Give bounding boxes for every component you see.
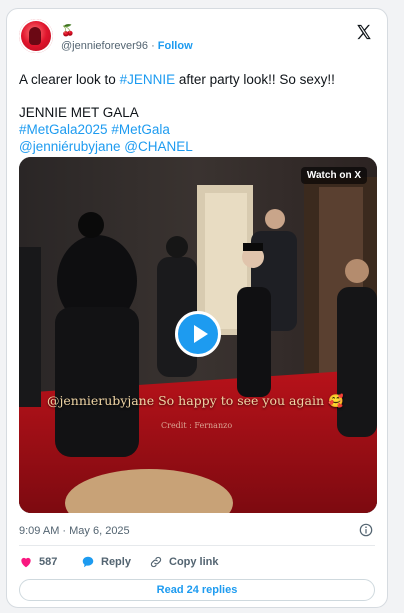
tweet-text: A clearer look to #JENNIE after party lo… bbox=[19, 71, 375, 155]
x-logo-icon[interactable] bbox=[355, 23, 373, 41]
play-button[interactable] bbox=[175, 311, 221, 357]
divider bbox=[19, 545, 375, 546]
tweet-card: 🍒 @jennieforever96 · Follow A clearer lo… bbox=[6, 8, 388, 608]
watch-on-x-badge[interactable]: Watch on X bbox=[300, 167, 367, 184]
tweet-line-3: #MetGala2025 #MetGala bbox=[19, 121, 375, 138]
tweet-line-1-text: A clearer look to bbox=[19, 72, 120, 87]
reply-button[interactable]: Reply bbox=[81, 555, 131, 569]
like-button[interactable]: 587 bbox=[19, 555, 57, 569]
video-credit: Credit : Fernanzo bbox=[161, 421, 233, 430]
hashtag-metgala[interactable]: #MetGala bbox=[111, 122, 170, 137]
copy-link-button[interactable]: Copy link bbox=[149, 555, 219, 569]
hashtag-jennie[interactable]: #JENNIE bbox=[120, 72, 176, 87]
avatar[interactable] bbox=[19, 19, 53, 53]
follow-button[interactable]: Follow bbox=[158, 40, 193, 52]
mention-jennierubyjane[interactable]: @jenniérubyjane bbox=[19, 139, 121, 154]
link-icon bbox=[150, 556, 162, 568]
caption-text: So happy to see you again bbox=[154, 393, 324, 408]
cherry-icon: 🍒 bbox=[61, 25, 75, 37]
author-name[interactable]: 🍒 bbox=[61, 25, 75, 37]
caption-emoji: 🥰 bbox=[327, 393, 344, 408]
mention-chanel[interactable]: @CHANEL bbox=[124, 139, 192, 154]
tweet-line-2: JENNIE MET GALA bbox=[19, 105, 139, 120]
action-bar: 587 Reply Copy link bbox=[19, 551, 375, 575]
tweet-line-1-suffix: after party look!! So sexy!! bbox=[175, 72, 335, 87]
hashtag-metgala2025[interactable]: #MetGala2025 bbox=[19, 122, 108, 137]
read-replies-button[interactable]: Read 24 replies bbox=[19, 579, 375, 601]
copy-link-label: Copy link bbox=[169, 556, 219, 568]
video-caption: @jennierubyjane So happy to see you agai… bbox=[47, 393, 344, 409]
tweet-line-4: @jenniérubyjane @CHANEL bbox=[19, 138, 375, 155]
author-handle-row: @jennieforever96 · Follow bbox=[61, 39, 193, 53]
info-icon[interactable] bbox=[359, 523, 373, 537]
like-count: 587 bbox=[39, 556, 58, 568]
tweet-header: 🍒 @jennieforever96 · Follow bbox=[19, 19, 375, 59]
heart-icon bbox=[21, 557, 31, 568]
speech-bubble-icon bbox=[82, 556, 94, 568]
reply-label: Reply bbox=[101, 556, 131, 568]
author-handle[interactable]: @jennieforever96 bbox=[61, 40, 148, 52]
tweet-timestamp[interactable]: 9:09 AM · May 6, 2025 bbox=[19, 525, 130, 537]
caption-handle: @jennierubyjane bbox=[47, 393, 155, 408]
video-player[interactable]: Watch on X @jennierubyjane So happy to s… bbox=[19, 157, 377, 513]
handle-separator: · bbox=[151, 40, 155, 52]
tweet-line-1: A clearer look to #JENNIE after party lo… bbox=[19, 71, 375, 88]
